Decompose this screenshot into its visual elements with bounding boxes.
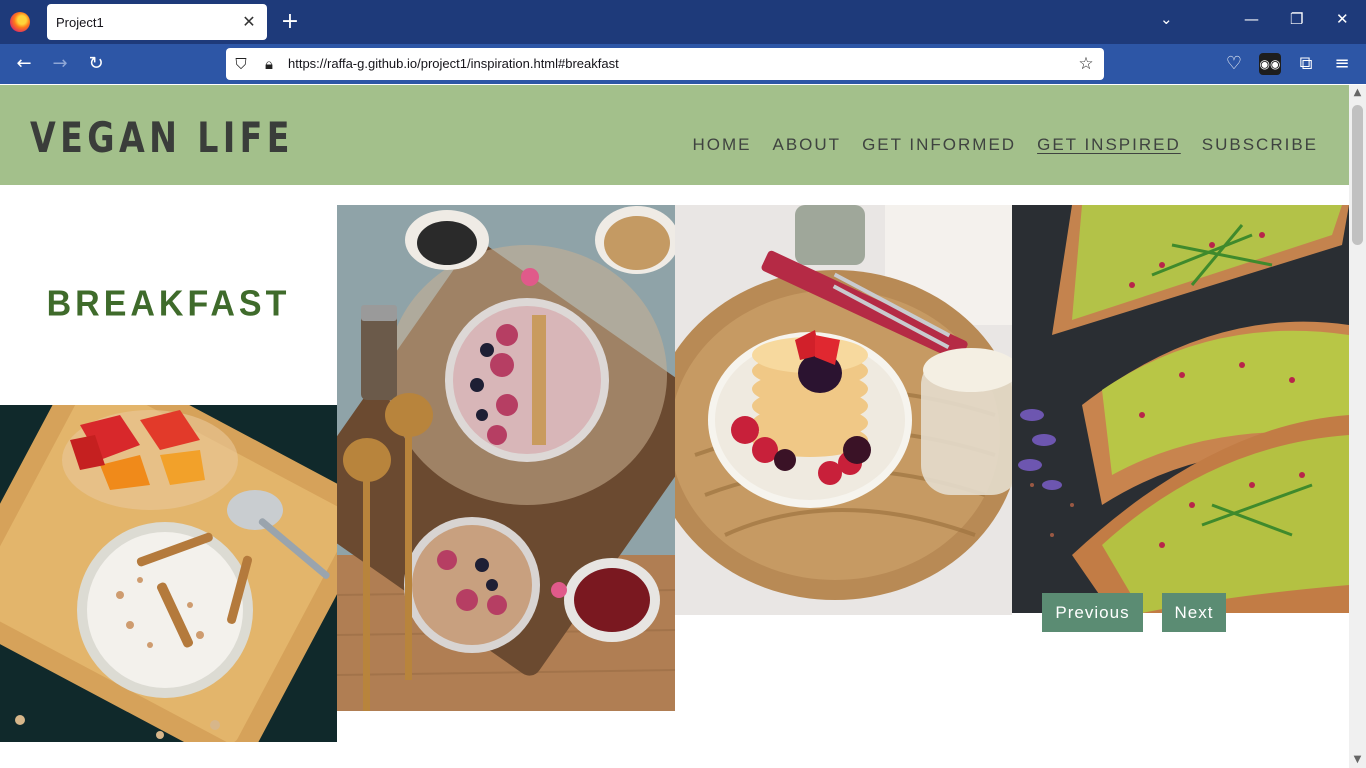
close-tab-icon[interactable]: ✕ — [239, 12, 259, 32]
page-scrollbar[interactable]: ▲ ▼ — [1349, 85, 1366, 768]
photo-porridge — [0, 405, 337, 742]
restore-icon[interactable]: ❐ — [1290, 10, 1303, 28]
shield-icon[interactable]: ⛉ — [232, 55, 250, 73]
site-header: VEGAN LIFE HOME ABOUT GET INFORMED GET I… — [0, 85, 1349, 185]
star-icon[interactable]: ☆ — [1076, 54, 1096, 74]
page-viewport: VEGAN LIFE HOME ABOUT GET INFORMED GET I… — [0, 85, 1349, 768]
browser-tab[interactable]: Project1 ✕ — [47, 4, 267, 40]
nav-get-inspired[interactable]: GET INSPIRED — [1037, 135, 1181, 155]
scroll-thumb[interactable] — [1352, 105, 1363, 245]
scroll-up-icon[interactable]: ▲ — [1349, 85, 1366, 101]
photo-smoothie-bowls — [337, 205, 675, 711]
nav-subscribe[interactable]: SUBSCRIBE — [1202, 135, 1318, 155]
section-title: BREAKFAST — [46, 284, 291, 324]
previous-button[interactable]: Previous — [1042, 593, 1143, 632]
new-tab-icon[interactable]: + — [280, 11, 300, 33]
nav-get-informed[interactable]: GET INFORMED — [862, 135, 1016, 155]
browser-nav-bar: ← → ↻ ⛉ 🔒︎ https://raffa-g.github.io/pro… — [0, 44, 1366, 84]
scroll-down-icon[interactable]: ▼ — [1349, 752, 1366, 768]
back-icon[interactable]: ← — [13, 53, 35, 75]
reload-icon[interactable]: ↻ — [85, 53, 107, 75]
forward-icon[interactable]: → — [49, 53, 71, 75]
url-text[interactable]: https://raffa-g.github.io/project1/inspi… — [288, 56, 619, 71]
address-bar[interactable]: ⛉ 🔒︎ https://raffa-g.github.io/project1/… — [226, 48, 1104, 80]
browser-tab-bar: Project1 ✕ + ⌄ — ❐ ✕ — [0, 0, 1366, 44]
pocket-icon[interactable]: ♡ — [1223, 53, 1245, 75]
firefox-logo-icon[interactable] — [10, 12, 30, 32]
lock-icon[interactable]: 🔒︎ — [260, 55, 278, 73]
nav-about[interactable]: ABOUT — [773, 135, 842, 155]
profile-icon[interactable]: ◉◉ — [1259, 53, 1281, 75]
site-logo[interactable]: VEGAN LIFE — [30, 113, 294, 162]
minimize-icon[interactable]: — — [1244, 10, 1259, 28]
extensions-icon[interactable]: ⧉ — [1295, 53, 1317, 75]
tab-title: Project1 — [56, 15, 104, 30]
main-nav: HOME ABOUT GET INFORMED GET INSPIRED SUB… — [693, 135, 1319, 155]
list-tabs-chevron-down-icon[interactable]: ⌄ — [1160, 10, 1173, 28]
next-button[interactable]: Next — [1162, 593, 1226, 632]
photo-pancakes — [675, 205, 1012, 615]
photo-avocado-toast — [1012, 205, 1349, 613]
nav-home[interactable]: HOME — [693, 135, 752, 155]
window-close-icon[interactable]: ✕ — [1336, 10, 1349, 28]
menu-icon[interactable]: ≡ — [1331, 53, 1353, 75]
